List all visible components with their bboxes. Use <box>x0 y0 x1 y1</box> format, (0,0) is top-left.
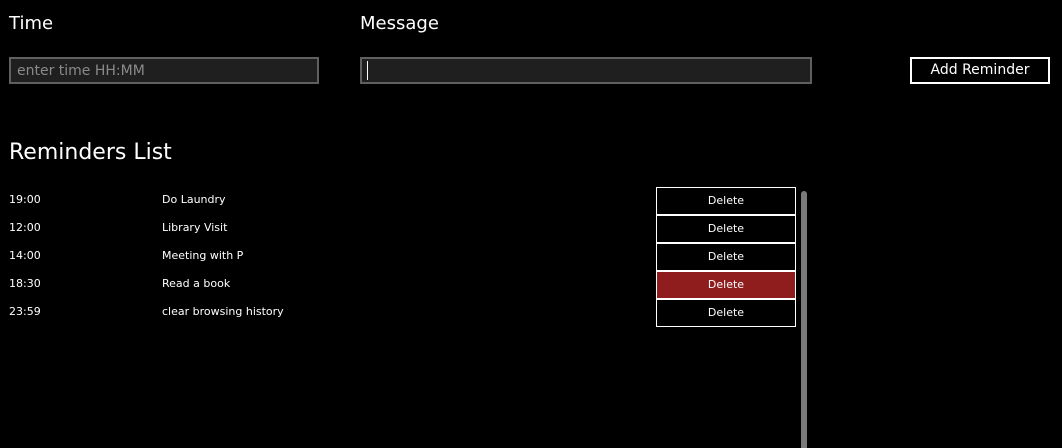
reminder-time: 12:00 <box>9 221 41 234</box>
reminder-time: 14:00 <box>9 249 41 262</box>
reminder-message: Do Laundry <box>162 193 226 206</box>
reminders-list-title: Reminders List <box>9 140 172 165</box>
add-reminder-button[interactable]: Add Reminder <box>910 57 1050 84</box>
reminders-list: 19:00 Do Laundry Delete 12:00 Library Vi… <box>0 186 800 327</box>
reminder-row: 18:30 Read a book Delete <box>0 270 800 299</box>
reminder-time: 19:00 <box>9 193 41 206</box>
delete-button[interactable]: Delete <box>656 243 796 271</box>
list-scrollbar[interactable] <box>801 191 807 448</box>
message-input[interactable] <box>360 57 812 84</box>
reminder-row: 12:00 Library Visit Delete <box>0 214 800 243</box>
reminder-time: 23:59 <box>9 305 41 318</box>
time-input[interactable] <box>9 57 319 84</box>
reminder-row: 23:59 clear browsing history Delete <box>0 298 800 327</box>
reminder-row: 14:00 Meeting with P Delete <box>0 242 800 271</box>
reminder-message: Library Visit <box>162 221 228 234</box>
reminders-page: Time Message Add Reminder Reminders List… <box>0 0 1062 448</box>
message-label: Message <box>360 13 439 34</box>
reminder-message: clear browsing history <box>162 305 284 318</box>
reminder-time: 18:30 <box>9 277 41 290</box>
reminder-message: Meeting with P <box>162 249 244 262</box>
reminder-message: Read a book <box>162 277 231 290</box>
delete-button[interactable]: Delete <box>656 187 796 215</box>
time-label: Time <box>9 13 54 34</box>
reminder-row: 19:00 Do Laundry Delete <box>0 186 800 215</box>
delete-button[interactable]: Delete <box>656 215 796 243</box>
delete-button[interactable]: Delete <box>656 271 796 299</box>
text-caret <box>367 61 368 80</box>
delete-button[interactable]: Delete <box>656 299 796 327</box>
